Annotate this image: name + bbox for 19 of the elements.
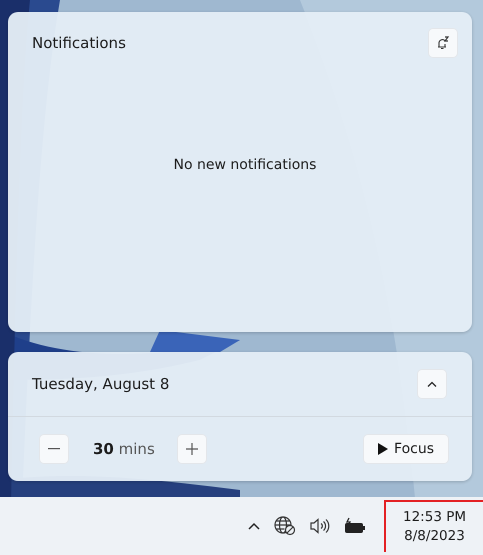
- empty-message: No new notifications: [174, 157, 316, 173]
- increase-button[interactable]: [176, 434, 207, 464]
- calendar-date: Tuesday, August 8: [32, 375, 170, 393]
- chevron-up-icon: [427, 381, 437, 387]
- battery-charging-icon[interactable]: [344, 517, 366, 535]
- minus-icon: [48, 448, 60, 450]
- bell-snooze-icon: [435, 35, 451, 51]
- clock-time: 12:53 PM: [403, 508, 466, 527]
- play-icon: [378, 443, 388, 455]
- do-not-disturb-button[interactable]: [428, 28, 458, 58]
- focus-duration: 30 mins: [93, 440, 155, 458]
- globe-icon[interactable]: [274, 516, 296, 536]
- clock-button[interactable]: 12:53 PM 8/8/2023: [384, 500, 483, 552]
- notifications-title: Notifications: [32, 34, 126, 52]
- speaker-icon[interactable]: [310, 518, 330, 534]
- focus-button[interactable]: Focus: [363, 434, 449, 464]
- plus-icon: [186, 443, 198, 455]
- clock-date: 8/8/2023: [404, 527, 465, 546]
- chevron-up-icon[interactable]: [248, 522, 260, 530]
